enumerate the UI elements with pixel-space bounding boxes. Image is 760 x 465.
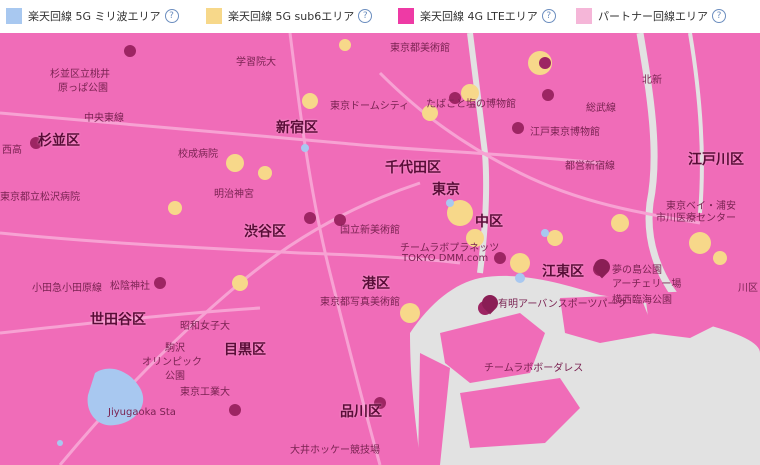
place-label: 東京工業大: [180, 387, 230, 398]
place-label: 西高: [2, 145, 22, 156]
place-label: チームラボプラネッツ: [400, 243, 500, 254]
place-label: 横西臨海公園: [612, 295, 672, 306]
place-label: 夢の島公園: [612, 265, 662, 276]
help-icon[interactable]: ?: [712, 9, 726, 23]
legend-item-partner: パートナー回線エリア ?: [576, 0, 746, 32]
place-label: 明治神宮: [214, 189, 254, 200]
place-label: Jiyugaoka Sta: [108, 407, 176, 418]
place-label: 国立新美術館: [340, 225, 400, 236]
place-label: 小田急小田原線: [32, 283, 102, 294]
ward-label-shinagawa: 品川区: [340, 404, 382, 420]
coverage-legend: 楽天回線 5G ミリ波エリア ? 楽天回線 5G sub6エリア ? 楽天回線 …: [0, 0, 760, 32]
place-label: TOKYO DMM.com: [402, 253, 489, 264]
place-label: 中央東線: [84, 113, 124, 124]
ward-label-suginami: 杉並区: [38, 133, 80, 149]
ward-label-tokyo: 東京: [432, 182, 460, 198]
ward-label-meguro: 目黒区: [224, 342, 266, 358]
place-label: 都営新宿線: [565, 161, 615, 172]
place-label: 学習院大: [236, 57, 276, 68]
ward-label-shinjuku: 新宿区: [276, 120, 318, 136]
legend-label-5g-mmwave: 楽天回線 5G ミリ波エリア: [28, 10, 161, 23]
ward-label-chiyoda: 千代田区: [385, 160, 441, 176]
place-label: 江戸東京博物館: [530, 127, 600, 138]
ward-label-setagaya: 世田谷区: [90, 312, 146, 328]
place-label: 総武線: [586, 103, 616, 114]
help-icon[interactable]: ?: [358, 9, 373, 23]
legend-swatch-5g-sub6: [206, 8, 222, 24]
place-label: たばこと塩の博物館: [426, 99, 516, 110]
help-icon[interactable]: ?: [164, 9, 179, 23]
ward-label-koto: 江東区: [542, 264, 584, 280]
place-label: 公園: [165, 371, 185, 382]
legend-item-5g-sub6: 楽天回線 5G sub6エリア ?: [206, 0, 398, 32]
place-label: 有明アーバンスポーツパーク: [498, 299, 628, 310]
legend-label-4g-lte: 楽天回線 4G LTEエリア: [420, 10, 538, 23]
place-label: 原っぱ公園: [58, 83, 108, 94]
place-label: 東京都写真美術館: [320, 297, 400, 308]
place-label: 東京ドームシティ: [330, 101, 410, 112]
place-label: 杉並区立桃井: [50, 69, 110, 80]
place-label: 松陰神社: [110, 281, 150, 292]
place-label: 東京都美術館: [390, 43, 450, 54]
help-icon[interactable]: ?: [541, 9, 556, 23]
legend-swatch-partner: [576, 8, 592, 24]
place-label: 北新: [642, 75, 662, 86]
legend-swatch-5g-mmwave: [6, 8, 22, 24]
ward-label-shibuya: 渋谷区: [244, 224, 286, 240]
ward-label-minato: 港区: [362, 276, 390, 292]
place-label: 大井ホッケー競技場: [290, 445, 380, 456]
place-label: アーチェリー場: [612, 279, 682, 290]
place-label: 川区: [738, 283, 758, 294]
coverage-map[interactable]: 杉並区 新宿区 千代田区 東京 中区 渋谷区 港区 世田谷区 目黒区 品川区 江…: [0, 33, 760, 465]
ward-label-edogawa: 江戸川区: [688, 152, 744, 168]
legend-label-partner: パートナー回線エリア: [598, 10, 708, 23]
legend-swatch-4g-lte: [398, 8, 414, 24]
place-label: 昭和女子大: [180, 321, 230, 332]
place-label: 駒沢: [165, 343, 185, 354]
place-label: オリンピック: [142, 357, 202, 368]
place-label: 市川医療センター: [656, 213, 736, 224]
place-label: 校成病院: [178, 149, 218, 160]
ward-label-chuo: 中区: [475, 214, 503, 230]
legend-item-5g-mmwave: 楽天回線 5G ミリ波エリア ?: [6, 0, 206, 32]
place-label: 東京都立松沢病院: [0, 192, 80, 203]
place-label: チームラボボーダレス: [484, 363, 584, 374]
legend-item-4g-lte: 楽天回線 4G LTEエリア ?: [398, 0, 576, 32]
legend-label-5g-sub6: 楽天回線 5G sub6エリア: [228, 10, 355, 23]
